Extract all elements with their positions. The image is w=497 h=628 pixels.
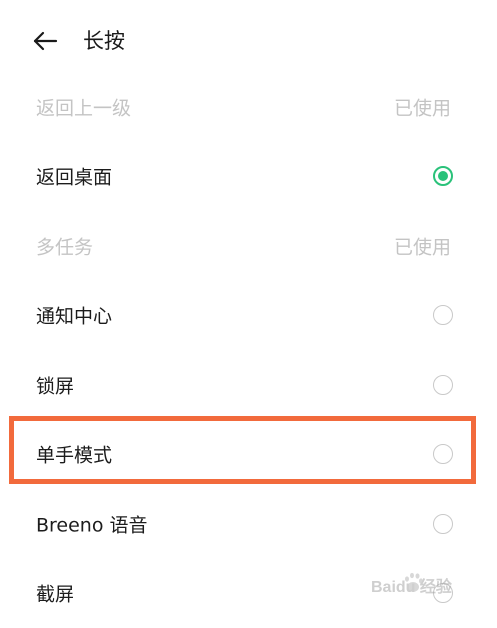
option-row-lock-screen[interactable]: 锁屏 xyxy=(0,350,497,420)
radio-button[interactable] xyxy=(433,514,453,534)
radio-button-checked[interactable] xyxy=(433,166,453,186)
option-row-notification-center[interactable]: 通知中心 xyxy=(0,281,497,351)
page-title: 长按 xyxy=(83,26,125,56)
back-button[interactable] xyxy=(30,26,60,56)
option-label: 通知中心 xyxy=(36,302,112,329)
option-label: 多任务 xyxy=(36,232,93,259)
option-label: 截屏 xyxy=(36,580,74,607)
radio-dot-icon xyxy=(438,171,448,181)
option-row-breeno-voice[interactable]: Breeno 语音 xyxy=(0,489,497,559)
used-status-label: 已使用 xyxy=(394,232,451,259)
option-label: 返回上一级 xyxy=(36,93,131,120)
option-label: Breeno 语音 xyxy=(36,510,148,537)
used-status-label: 已使用 xyxy=(394,93,451,120)
radio-button[interactable] xyxy=(433,444,453,464)
watermark-text: Baidu 经验 xyxy=(371,577,453,596)
option-row-back-previous: 返回上一级 已使用 xyxy=(0,72,497,142)
option-label: 锁屏 xyxy=(36,371,74,398)
option-row-back-home[interactable]: 返回桌面 xyxy=(0,142,497,212)
option-row-one-hand-mode[interactable]: 单手模式 xyxy=(0,420,497,490)
baidu-watermark: Baidu 经验 xyxy=(369,565,489,601)
header-bar: 长按 xyxy=(0,0,497,80)
radio-button[interactable] xyxy=(433,375,453,395)
option-row-multitask: 多任务 已使用 xyxy=(0,211,497,281)
radio-button[interactable] xyxy=(433,305,453,325)
option-list: 返回上一级 已使用 返回桌面 多任务 已使用 通知中心 锁屏 单手模式 Bree… xyxy=(0,72,497,628)
arrow-left-icon xyxy=(30,26,60,56)
option-label: 返回桌面 xyxy=(36,163,112,190)
option-label: 单手模式 xyxy=(36,441,112,468)
